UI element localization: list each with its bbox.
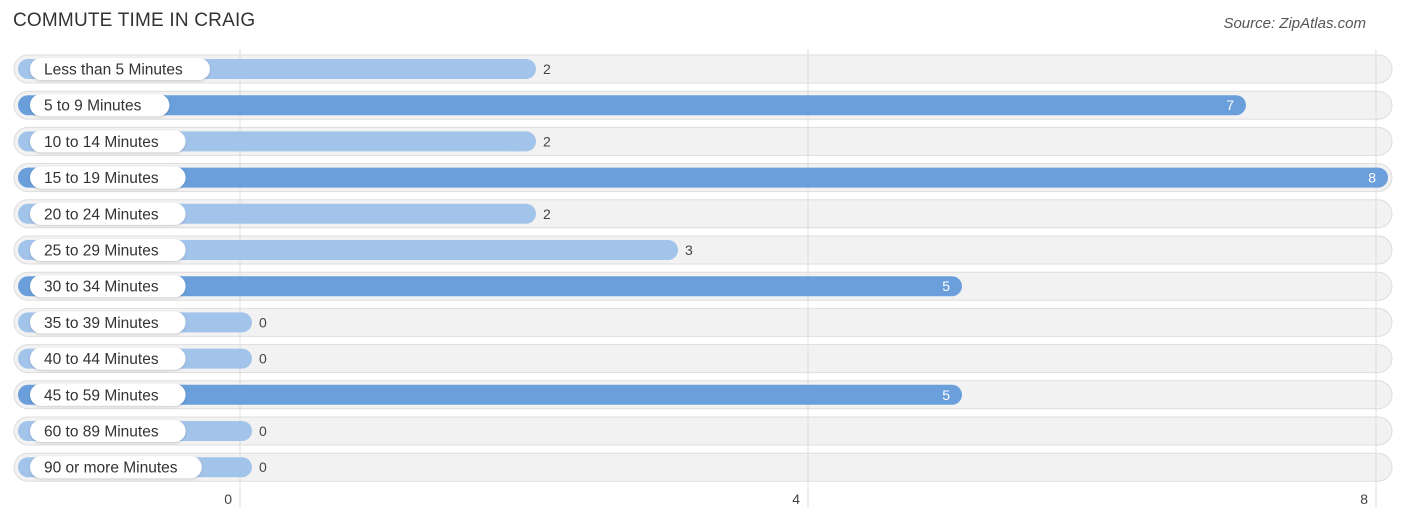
value-label: 0 — [259, 423, 267, 439]
category-label: 30 to 34 Minutes — [44, 279, 159, 296]
bar-chart: Less than 5 Minutes 2 5 to 9 Minutes 7 10 to… — [13, 50, 1393, 508]
value-label: 0 — [259, 314, 267, 330]
category-label: 10 to 14 Minutes — [44, 134, 159, 151]
value-label: 2 — [543, 133, 551, 149]
bar — [18, 95, 1246, 116]
category-label: 15 to 19 Minutes — [44, 170, 159, 187]
category-label: Less than 5 Minutes — [44, 62, 183, 79]
value-label: 8 — [1368, 170, 1376, 186]
category-label: 40 to 44 Minutes — [44, 351, 159, 368]
category-label: 60 to 89 Minutes — [44, 424, 159, 441]
category-label: 20 to 24 Minutes — [44, 206, 159, 223]
value-label: 2 — [543, 61, 551, 77]
category-label: 5 to 9 Minutes — [44, 98, 142, 115]
value-label: 5 — [942, 278, 950, 294]
category-label: 25 to 29 Minutes — [44, 243, 159, 260]
x-tick-label: 4 — [792, 491, 800, 507]
value-label: 7 — [1226, 97, 1234, 113]
category-label: 45 to 59 Minutes — [44, 387, 159, 404]
x-tick-label: 0 — [224, 491, 232, 507]
category-label: 35 to 39 Minutes — [44, 315, 159, 332]
value-label: 0 — [259, 351, 267, 367]
x-tick-label: 8 — [1360, 491, 1368, 507]
category-label: 90 or more Minutes — [44, 460, 178, 477]
bar — [18, 167, 1388, 188]
value-label: 3 — [685, 242, 693, 258]
value-label: 0 — [259, 459, 267, 475]
value-label: 5 — [942, 387, 950, 403]
value-label: 2 — [543, 206, 551, 222]
